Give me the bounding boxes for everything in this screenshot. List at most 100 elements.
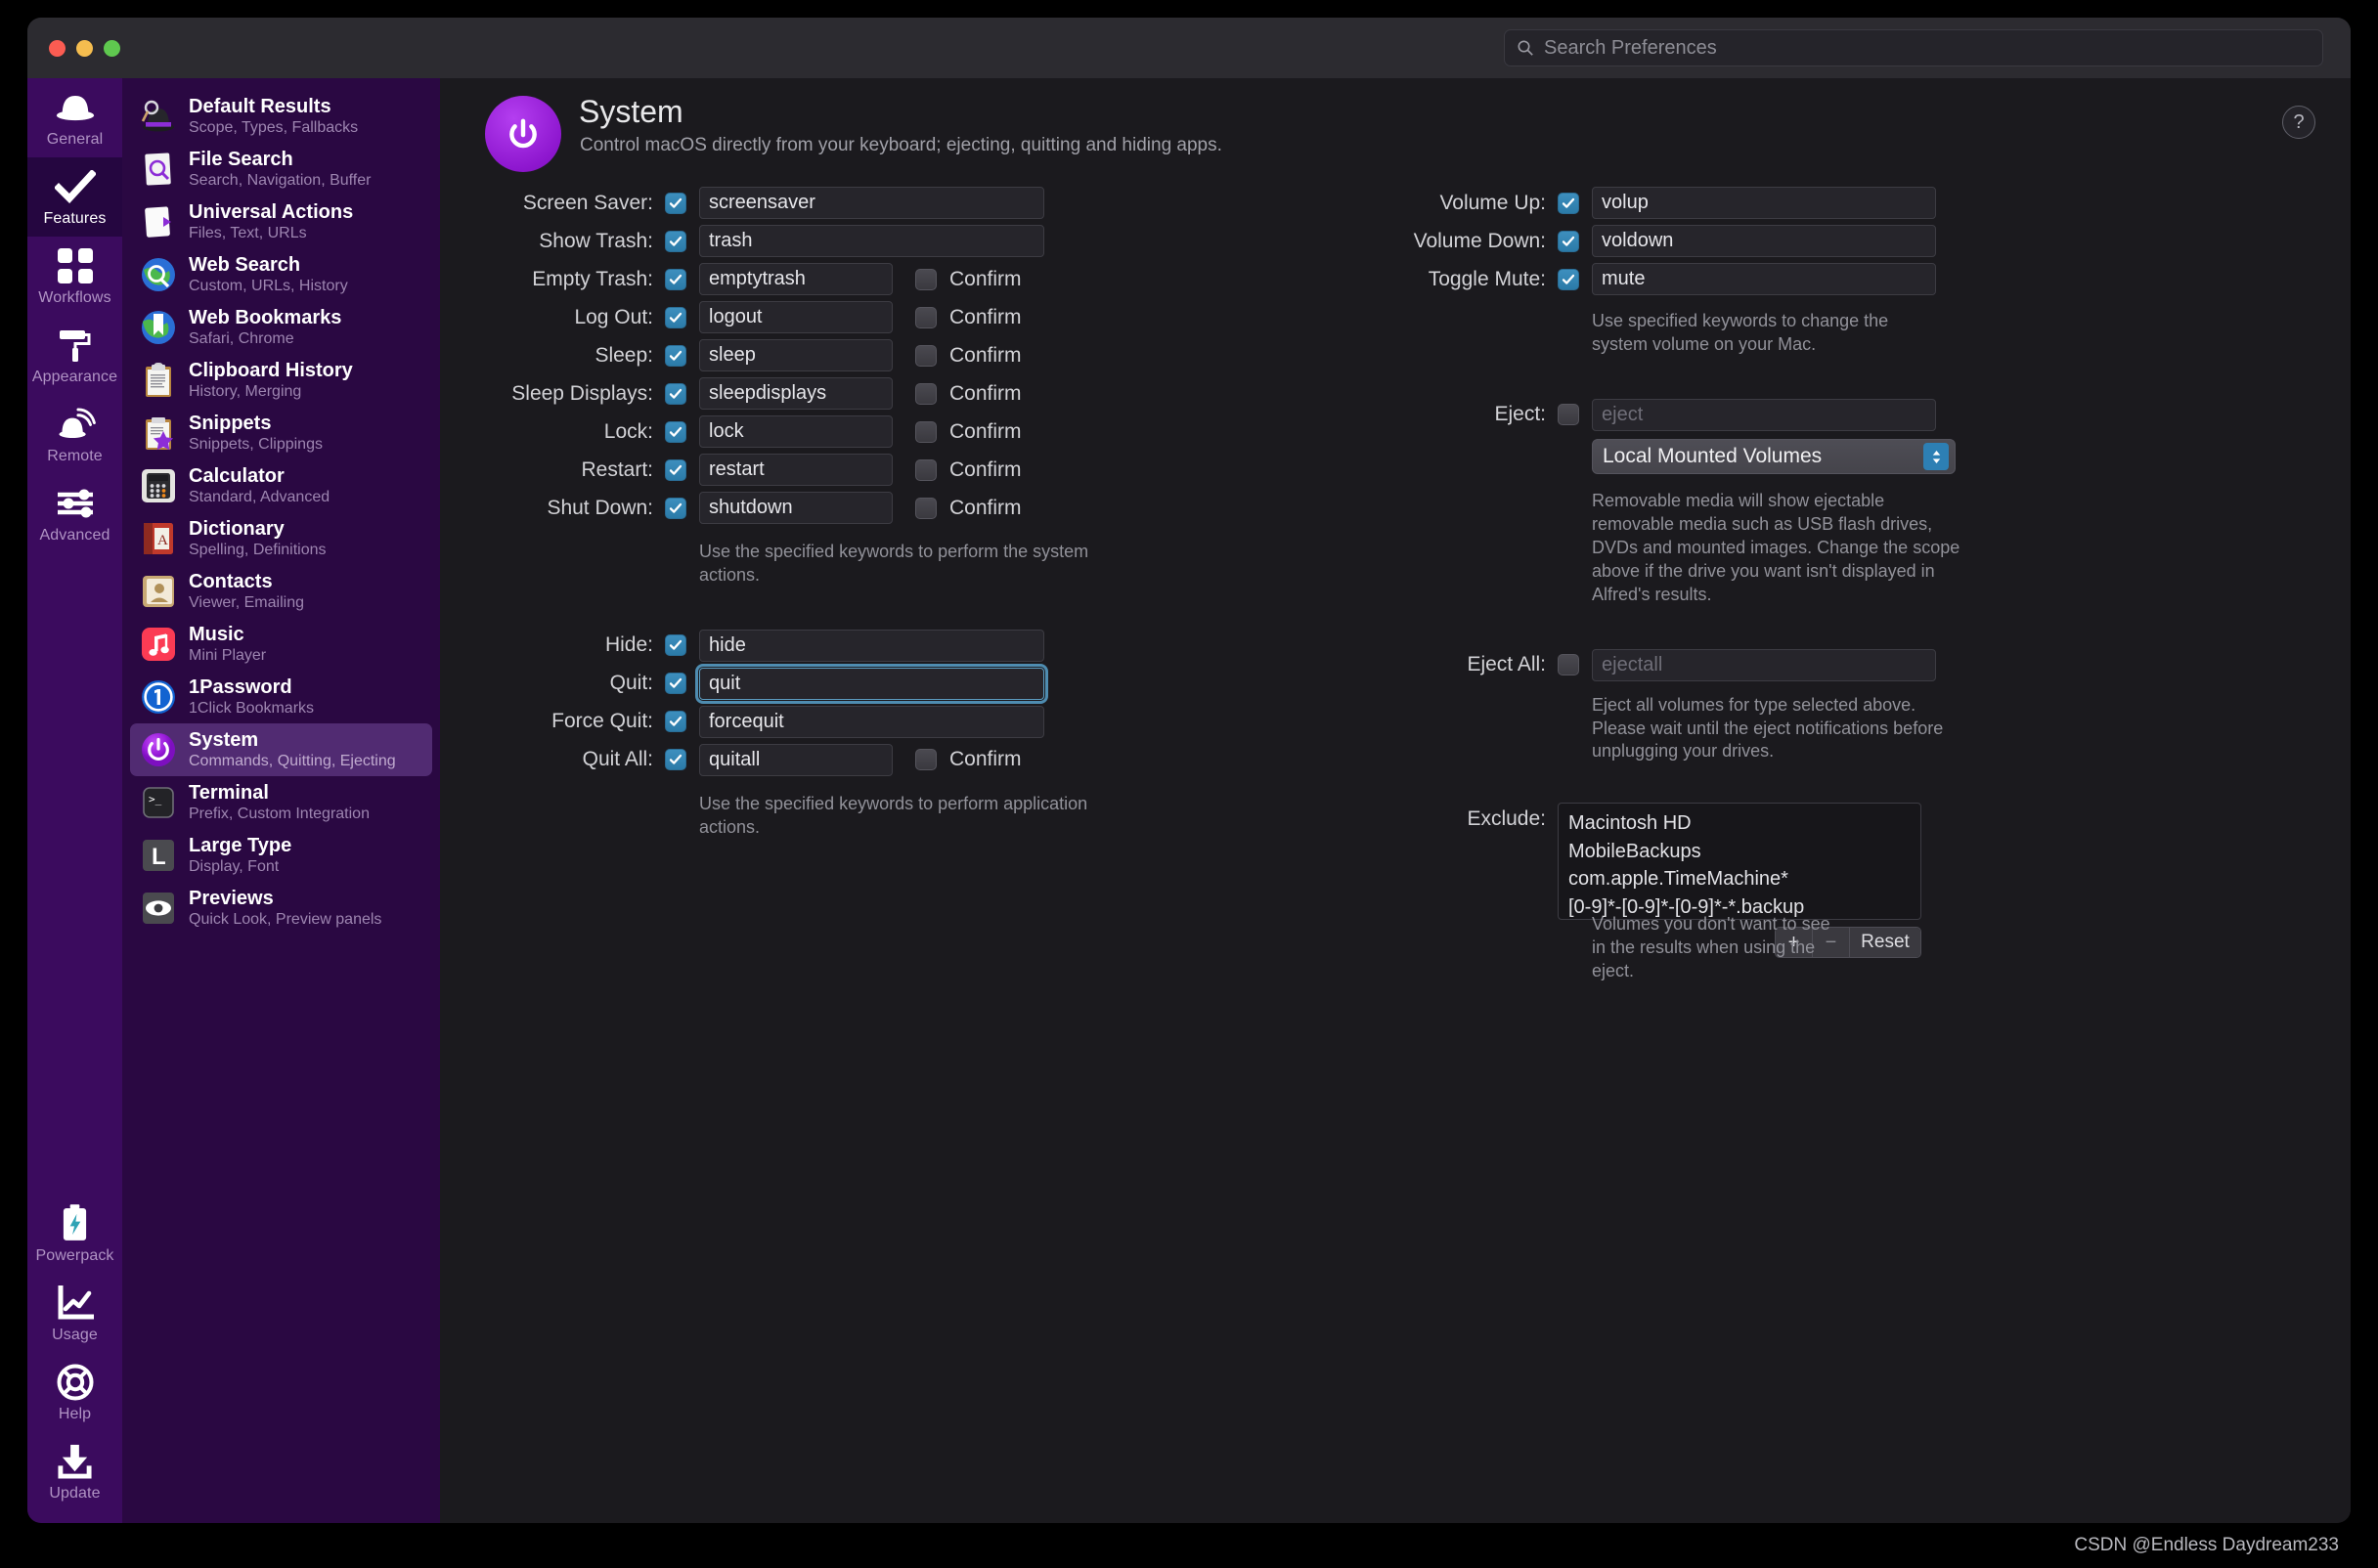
show-trash-keyword-input[interactable]: trash	[699, 225, 1044, 257]
features-list[interactable]: Default Results Scope, Types, Fallbacks …	[122, 78, 440, 1523]
log-out-confirm-checkbox[interactable]	[915, 307, 937, 328]
eject-all-checkbox[interactable]	[1558, 654, 1579, 675]
rail-item-powerpack[interactable]: Powerpack	[27, 1195, 122, 1274]
list-item[interactable]: Macintosh HD	[1568, 809, 1911, 837]
restart-keyword-input[interactable]: restart	[699, 454, 893, 486]
quit-all-keyword-input[interactable]: quitall	[699, 744, 893, 776]
lock-checkbox[interactable]	[665, 421, 686, 443]
hide-checkbox[interactable]	[665, 634, 686, 656]
sliders-icon	[56, 484, 95, 523]
toggle-mute-keyword-input[interactable]: mute	[1592, 263, 1936, 295]
feature-item-calculator[interactable]: Calculator Standard, Advanced	[130, 459, 432, 512]
eject-keyword-input[interactable]: eject	[1592, 399, 1936, 431]
feature-title: 1Password	[189, 676, 314, 698]
volume-up-keyword-input[interactable]: volup	[1592, 187, 1936, 219]
list-item[interactable]: com.apple.TimeMachine*	[1568, 865, 1911, 893]
force-quit-checkbox[interactable]	[665, 711, 686, 732]
volume-down-keyword-input[interactable]: voldown	[1592, 225, 1936, 257]
empty-trash-keyword-input[interactable]: emptytrash	[699, 263, 893, 295]
toggle-mute-checkbox[interactable]	[1558, 269, 1579, 290]
quit-all-checkbox[interactable]	[665, 749, 686, 770]
setting-row-empty-trash: Empty Trash: emptytrash Confirm	[440, 260, 1379, 298]
feature-item-previews[interactable]: Previews Quick Look, Preview panels	[130, 882, 432, 935]
rail-label: Features	[44, 210, 107, 228]
feature-title: Large Type	[189, 835, 291, 856]
feature-item-web-search[interactable]: Web Search Custom, URLs, History	[130, 248, 432, 301]
exclude-list[interactable]: Macintosh HD MobileBackups com.apple.Tim…	[1558, 803, 1921, 920]
feature-item-1password[interactable]: 1Password 1Click Bookmarks	[130, 671, 432, 723]
page-arrow-icon	[140, 203, 177, 240]
list-item[interactable]: MobileBackups	[1568, 838, 1911, 865]
feature-item-dictionary[interactable]: A Dictionary Spelling, Definitions	[130, 512, 432, 565]
contacts-icon	[140, 573, 177, 610]
rail-item-advanced[interactable]: Advanced	[27, 474, 122, 553]
help-button[interactable]: ?	[2282, 106, 2315, 139]
rail-item-update[interactable]: Update	[27, 1432, 122, 1511]
sleep-displays-checkbox[interactable]	[665, 383, 686, 405]
quit-checkbox[interactable]	[665, 673, 686, 694]
feature-title: Snippets	[189, 413, 323, 434]
minimize-window-button[interactable]	[76, 40, 93, 57]
music-note-icon	[140, 626, 177, 663]
preferences-window: Search Preferences General Features	[27, 18, 2351, 1523]
rail-item-features[interactable]: Features	[27, 157, 122, 237]
watermark: CSDN @Endless Daydream233	[2074, 1535, 2339, 1556]
paintroller-icon	[57, 326, 94, 365]
empty-trash-checkbox[interactable]	[665, 269, 686, 290]
sleep-checkbox[interactable]	[665, 345, 686, 367]
shut-down-confirm-checkbox[interactable]	[915, 498, 937, 519]
eject-all-keyword-input[interactable]: ejectall	[1592, 649, 1936, 681]
feature-item-snippets[interactable]: Snippets Snippets, Clippings	[130, 407, 432, 459]
show-trash-checkbox[interactable]	[665, 231, 686, 252]
sleep-displays-confirm-checkbox[interactable]	[915, 383, 937, 405]
empty-trash-confirm-checkbox[interactable]	[915, 269, 937, 290]
rail-item-help[interactable]: Help	[27, 1353, 122, 1432]
sleep-displays-keyword-input[interactable]: sleepdisplays	[699, 377, 893, 410]
download-icon	[57, 1442, 93, 1481]
rail-item-appearance[interactable]: Appearance	[27, 316, 122, 395]
feature-title: Music	[189, 624, 266, 645]
screen-saver-checkbox[interactable]	[665, 193, 686, 214]
rail-item-general[interactable]: General	[27, 78, 122, 157]
row-label: Toggle Mute:	[1379, 268, 1558, 291]
sleep-confirm-checkbox[interactable]	[915, 345, 937, 367]
eject-checkbox[interactable]	[1558, 404, 1579, 425]
feature-item-default-results[interactable]: Default Results Scope, Types, Fallbacks	[130, 90, 432, 143]
shut-down-checkbox[interactable]	[665, 498, 686, 519]
lock-keyword-input[interactable]: lock	[699, 415, 893, 448]
feature-item-music[interactable]: Music Mini Player	[130, 618, 432, 671]
feature-item-large-type[interactable]: L Large Type Display, Font	[130, 829, 432, 882]
onepassword-icon	[140, 678, 177, 716]
rail-item-usage[interactable]: Usage	[27, 1274, 122, 1353]
rail-item-workflows[interactable]: Workflows	[27, 237, 122, 316]
lock-confirm-checkbox[interactable]	[915, 421, 937, 443]
force-quit-keyword-input[interactable]: forcequit	[699, 706, 1044, 738]
close-window-button[interactable]	[49, 40, 66, 57]
hide-keyword-input[interactable]: hide	[699, 630, 1044, 662]
maximize-window-button[interactable]	[104, 40, 120, 57]
reset-exclude-button[interactable]: Reset	[1850, 928, 1920, 957]
feature-item-universal-actions[interactable]: Universal Actions Files, Text, URLs	[130, 196, 432, 248]
sleep-keyword-input[interactable]: sleep	[699, 339, 893, 371]
restart-checkbox[interactable]	[665, 459, 686, 481]
log-out-checkbox[interactable]	[665, 307, 686, 328]
restart-confirm-checkbox[interactable]	[915, 459, 937, 481]
main-panel: System Control macOS directly from your …	[440, 78, 2351, 1523]
quit-keyword-input[interactable]: quit	[699, 668, 1044, 700]
volume-down-checkbox[interactable]	[1558, 231, 1579, 252]
feature-item-clipboard-history[interactable]: Clipboard History History, Merging	[130, 354, 432, 407]
screen-saver-keyword-input[interactable]: screensaver	[699, 187, 1044, 219]
feature-item-file-search[interactable]: File Search Search, Navigation, Buffer	[130, 143, 432, 196]
feature-item-system[interactable]: System Commands, Quitting, Ejecting	[130, 723, 432, 776]
eject-scope-select[interactable]: Local Mounted Volumes	[1592, 439, 1956, 474]
feature-item-contacts[interactable]: Contacts Viewer, Emailing	[130, 565, 432, 618]
setting-row-shut-down: Shut Down: shutdown Confirm	[440, 489, 1379, 527]
log-out-keyword-input[interactable]: logout	[699, 301, 893, 333]
rail-item-remote[interactable]: Remote	[27, 395, 122, 474]
shut-down-keyword-input[interactable]: shutdown	[699, 492, 893, 524]
feature-item-web-bookmarks[interactable]: Web Bookmarks Safari, Chrome	[130, 301, 432, 354]
search-preferences-field[interactable]: Search Preferences	[1504, 29, 2323, 66]
feature-item-terminal[interactable]: >_ Terminal Prefix, Custom Integration	[130, 776, 432, 829]
volume-up-checkbox[interactable]	[1558, 193, 1579, 214]
quit-all-confirm-checkbox[interactable]	[915, 749, 937, 770]
